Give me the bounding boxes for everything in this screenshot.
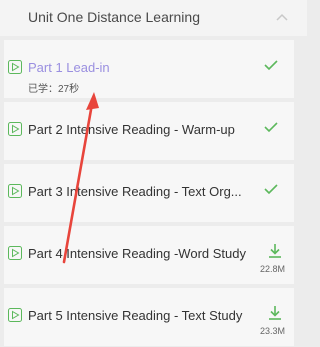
list-item-part-1[interactable]: Part 1 Lead-in 已学：27秒 xyxy=(4,40,294,98)
file-size: 22.8M xyxy=(260,264,286,274)
list-item-part-5[interactable]: Part 5 Intensive Reading - Text Study 23… xyxy=(4,288,294,346)
unit-title: Unit One Distance Learning xyxy=(28,9,200,25)
chevron-up-icon[interactable] xyxy=(274,11,290,23)
list-item-part-3[interactable]: Part 3 Intensive Reading - Text Org... xyxy=(4,164,294,222)
list-item-part-2[interactable]: Part 2 Intensive Reading - Warm-up xyxy=(4,102,294,160)
play-icon xyxy=(8,122,22,136)
lesson-title: Part 2 Intensive Reading - Warm-up xyxy=(28,122,235,137)
check-icon xyxy=(264,184,278,195)
lesson-title: Part 1 Lead-in xyxy=(28,60,110,75)
play-icon xyxy=(8,308,22,322)
play-icon xyxy=(8,60,22,74)
unit-header[interactable]: Unit One Distance Learning xyxy=(0,0,307,36)
lesson-list: Part 1 Lead-in 已学：27秒 Part 2 Intensive R… xyxy=(4,40,294,346)
lesson-title: Part 5 Intensive Reading - Text Study xyxy=(28,308,243,323)
progress-text: 已学：27秒 xyxy=(28,84,80,95)
check-icon xyxy=(264,60,278,71)
list-item-part-4[interactable]: Part 4 Intensive Reading -Word Study 22.… xyxy=(4,226,294,284)
download-icon[interactable] xyxy=(266,304,284,322)
download-icon[interactable] xyxy=(266,242,284,260)
play-icon xyxy=(8,246,22,260)
play-icon xyxy=(8,184,22,198)
file-size: 23.3M xyxy=(260,326,286,336)
check-icon xyxy=(264,122,278,133)
lesson-title: Part 3 Intensive Reading - Text Org... xyxy=(28,184,242,199)
lesson-title: Part 4 Intensive Reading -Word Study xyxy=(28,246,246,261)
